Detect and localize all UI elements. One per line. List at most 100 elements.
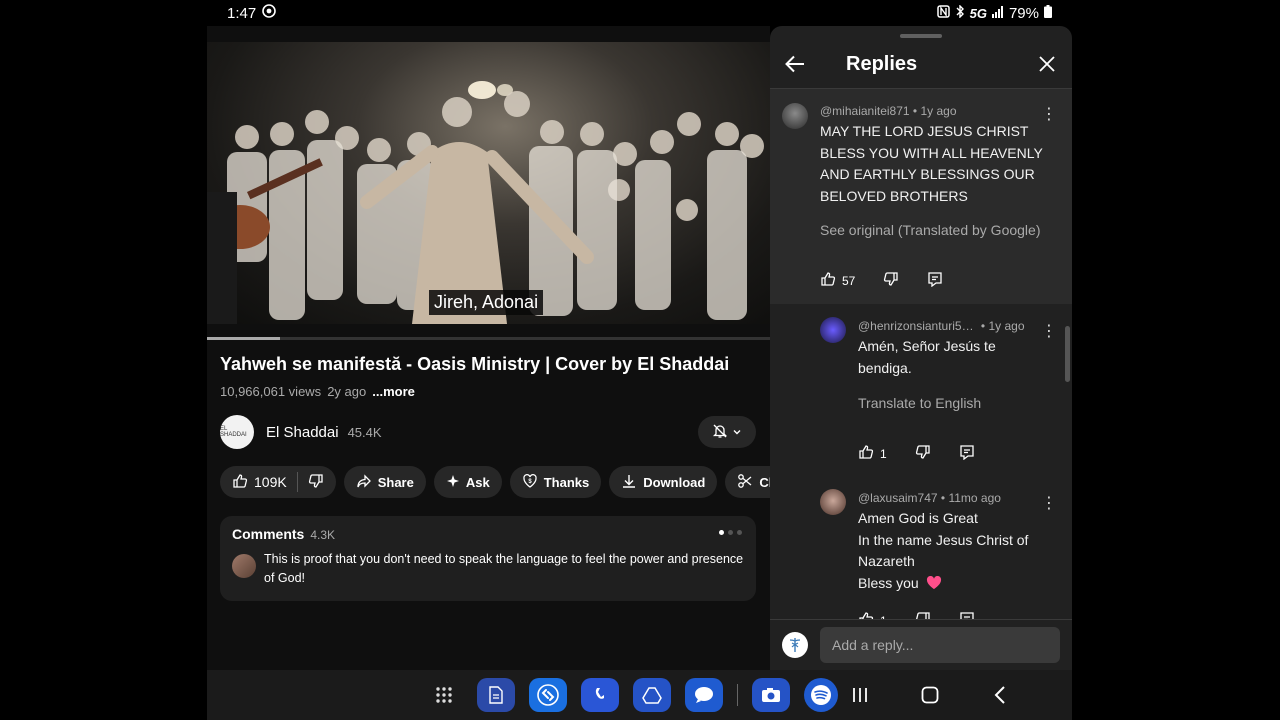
reply-avatar[interactable] [820, 489, 846, 515]
back-button[interactable] [782, 55, 808, 73]
spotify-app-icon[interactable] [804, 678, 838, 712]
more-button[interactable]: ...more [372, 384, 415, 399]
documents-app-icon[interactable] [477, 678, 515, 712]
thumbs-down-icon[interactable] [915, 444, 931, 463]
channel-row: EL SHADDAI El Shaddai 45.4K [220, 414, 756, 450]
messages-app-icon[interactable] [685, 678, 723, 712]
parent-comment: @mihaianitei871 • 1y ago ⋮ MAY THE LORD … [770, 89, 1072, 304]
dock-separator [737, 684, 738, 706]
reply-icon[interactable] [959, 444, 975, 463]
download-button[interactable]: Download [609, 466, 718, 498]
parent-avatar[interactable] [782, 103, 808, 129]
shazam-app-icon[interactable] [529, 678, 567, 712]
channel-avatar[interactable]: EL SHADDAI [220, 415, 254, 449]
thanks-button[interactable]: $ Thanks [509, 466, 602, 498]
like-dislike-button[interactable]: 109K [220, 466, 336, 498]
video-caption: Jireh, Adonai [429, 290, 544, 315]
taskbar [207, 670, 1072, 720]
svg-text:$: $ [528, 479, 532, 485]
video-title: Yahweh se manifestă - Oasis Ministry | C… [220, 354, 730, 374]
reply-author[interactable]: @laxusaim747 [858, 491, 938, 505]
parent-actions: 57 [820, 271, 943, 290]
notification-settings-button[interactable] [698, 416, 756, 448]
video-frame-image [207, 81, 764, 324]
chevron-down-icon [732, 425, 742, 440]
reply-text: Amén, Señor Jesús te bendiga. [858, 338, 996, 376]
like-count: 109K [254, 474, 287, 490]
channel-avatar-text: EL SHADDAI [220, 426, 247, 438]
comments-card[interactable]: Comments 4.3K This is proof that you don… [220, 516, 756, 601]
share-button[interactable]: Share [343, 466, 426, 498]
nfc-icon [936, 5, 950, 21]
thumbs-down-icon[interactable] [915, 611, 931, 619]
phone-app-icon[interactable] [581, 678, 619, 712]
channel-name[interactable]: El Shaddai [266, 424, 339, 441]
drive-app-icon[interactable] [633, 678, 671, 712]
signal-icon [991, 5, 1004, 21]
thumbs-down-icon[interactable] [308, 473, 324, 492]
bluetooth-icon [955, 4, 965, 21]
comments-title: Comments [232, 526, 305, 542]
thumbs-down-icon[interactable] [883, 271, 899, 290]
recent-apps-icon[interactable] [843, 678, 877, 712]
share-icon [356, 473, 372, 492]
video-progress-bar[interactable] [207, 337, 770, 340]
back-nav-icon[interactable] [983, 678, 1017, 712]
reply-author[interactable]: @henrizonsianturi5… [858, 319, 974, 333]
view-count: 10,966,061 views [220, 384, 322, 399]
thumbs-up-icon[interactable] [820, 271, 836, 290]
close-button[interactable] [1034, 56, 1060, 72]
reply-like-count: 1 [880, 446, 887, 461]
parent-like-count: 57 [842, 273, 856, 288]
comments-count: 4.3K [310, 528, 336, 542]
parent-comment-text: MAY THE LORD JESUS CHRIST BLESS YOU WITH… [820, 123, 1043, 204]
user-avatar[interactable] [782, 632, 808, 658]
reply-input[interactable] [820, 627, 1060, 663]
share-label: Share [377, 474, 414, 490]
reply-actions: 1 [858, 444, 975, 463]
replies-panel: Replies @mihaianitei871 • 1y ago ⋮ MAY T… [770, 26, 1072, 670]
ask-button[interactable]: Ask [433, 466, 502, 498]
reply-icon[interactable] [959, 611, 975, 619]
thumbs-up-icon[interactable] [858, 611, 874, 619]
system-nav [843, 678, 1017, 712]
thumbs-up-icon[interactable] [232, 473, 248, 492]
like-divider [296, 472, 298, 492]
battery-level: 79% [1008, 4, 1039, 22]
drag-handle[interactable] [900, 34, 942, 38]
home-icon[interactable] [913, 678, 947, 712]
subscriber-count: 45.4K [347, 424, 382, 440]
close-icon [1039, 56, 1055, 72]
watch-page: Jireh, Adonai Yahweh se manifestă - Oasi… [207, 26, 790, 670]
reply-author-line: @henrizonsianturi5… • 1y ago [858, 319, 1025, 333]
see-original-link[interactable]: See original (Translated by Google) [820, 222, 1041, 238]
scissors-icon [737, 473, 753, 492]
parent-author[interactable]: @mihaianitei871 [820, 104, 910, 118]
bell-off-icon [712, 423, 728, 442]
translate-link[interactable]: Translate to English [858, 395, 981, 411]
scrollbar[interactable] [1065, 326, 1070, 382]
carousel-indicator [719, 530, 742, 535]
reply-author-line: @laxusaim747 • 11mo ago [858, 491, 1001, 505]
camera-app-icon[interactable] [752, 678, 790, 712]
replies-list[interactable]: @mihaianitei871 • 1y ago ⋮ MAY THE LORD … [770, 89, 1072, 619]
reply-icon[interactable] [927, 271, 943, 290]
thumbs-up-icon[interactable] [858, 444, 874, 463]
reply-actions: 1 [858, 611, 975, 619]
video-player[interactable]: Jireh, Adonai [207, 42, 770, 324]
download-icon [621, 473, 637, 492]
sparkle-icon [446, 474, 460, 491]
reply-avatar[interactable] [820, 317, 846, 343]
replies-header: Replies [770, 40, 1072, 88]
reply-line-with-heart: Bless you [858, 573, 1058, 597]
reply-age: • 11mo ago [940, 491, 1001, 505]
network-label: 5G [969, 5, 987, 21]
battery-icon [1044, 5, 1052, 21]
thanks-label: Thanks [543, 474, 590, 490]
apps-grid-icon[interactable] [425, 678, 463, 712]
ask-label: Ask [465, 474, 490, 490]
arrow-left-icon [785, 55, 804, 73]
reply-composer [770, 620, 1072, 670]
download-label: Download [643, 474, 706, 490]
commenter-avatar [232, 554, 256, 578]
